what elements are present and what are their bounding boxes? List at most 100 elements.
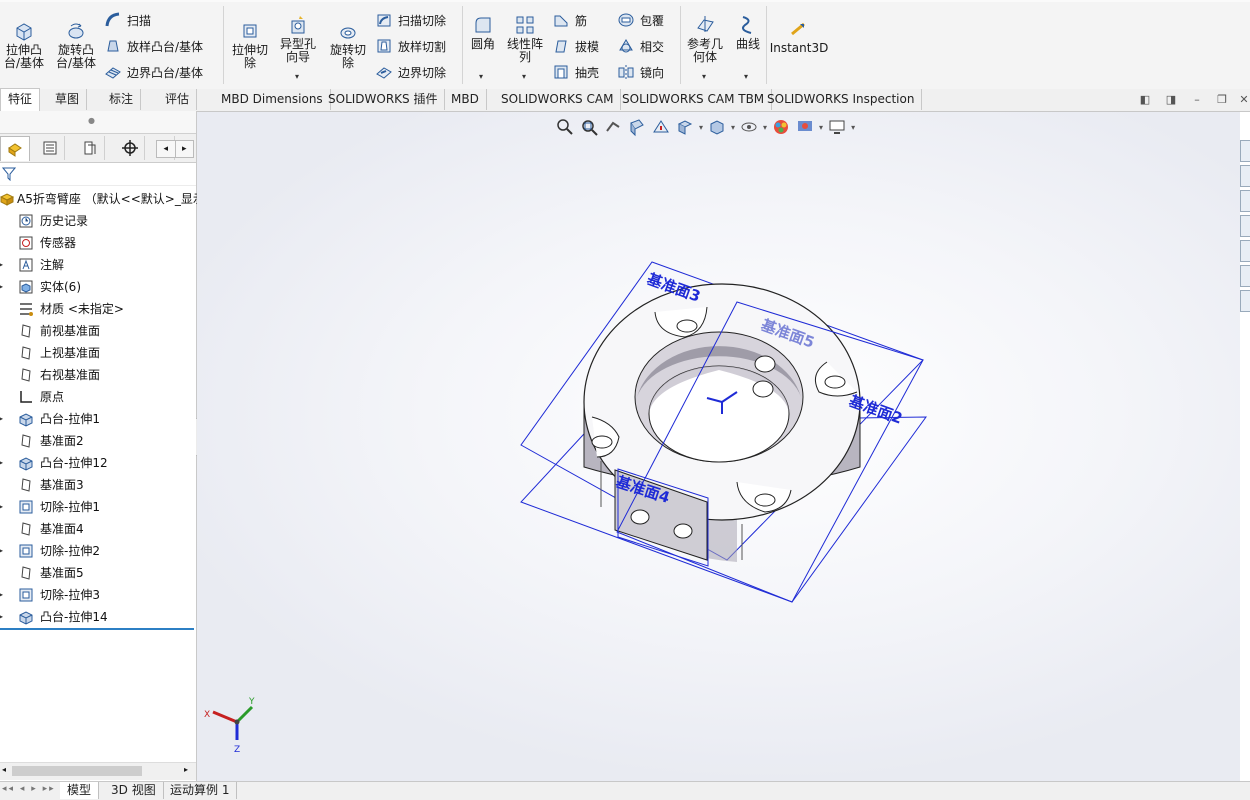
intersect-button[interactable]: 相交: [617, 37, 664, 55]
tab-solidworks-cam-tbm[interactable]: SOLIDWORKS CAM TBM: [615, 89, 773, 110]
tree-item[interactable]: 上视基准面: [0, 342, 196, 364]
tree-item[interactable]: ▸ 凸台-拉伸14: [0, 606, 196, 628]
zoom-to-fit-icon[interactable]: [555, 117, 575, 137]
expand-arrow-icon[interactable]: ▸: [0, 452, 3, 474]
tab-markup[interactable]: 标注: [102, 89, 142, 110]
tab-mbd[interactable]: MBD: [444, 89, 487, 110]
tree-item[interactable]: 材质 <未指定>: [0, 298, 196, 320]
apply-scene-dropdown-icon[interactable]: ▾: [819, 123, 823, 132]
view-orientation-icon[interactable]: [675, 117, 695, 137]
tab-mbd-dimensions[interactable]: MBD Dimensions: [214, 89, 331, 110]
wrap-button[interactable]: 包覆: [617, 11, 664, 29]
task-pane-design-library-icon[interactable]: [1240, 190, 1250, 212]
pattern-dropdown[interactable]: ▾: [522, 72, 526, 81]
restore-icon[interactable]: ❐: [1216, 94, 1228, 106]
revolve-boss-button[interactable]: 旋转凸 台/基体: [53, 20, 99, 70]
tab-solidworks-addins[interactable]: SOLIDWORKS 插件: [321, 89, 446, 110]
tab-navigation-arrows-icon[interactable]: ◂◂ ◂ ▸ ▸▸: [2, 784, 56, 794]
extrude-cut-button[interactable]: 拉伸切 除: [228, 20, 272, 70]
tree-filter[interactable]: [0, 163, 196, 186]
tree-horizontal-scrollbar[interactable]: ◂ ▸: [0, 762, 196, 780]
scroll-right-arrow-icon[interactable]: ▸: [184, 765, 188, 774]
tree-item[interactable]: ▸ 凸台-拉伸12: [0, 452, 196, 474]
expand-arrow-icon[interactable]: ▸: [0, 254, 3, 276]
graphics-area[interactable]: 基准面3 基准面5 基准面2 基准面4 Y X Z: [197, 112, 1240, 781]
scroll-right-icon[interactable]: ▸: [174, 141, 194, 157]
tab-model[interactable]: 模型: [60, 782, 100, 799]
reference-geometry-dropdown[interactable]: ▾: [702, 72, 706, 81]
tab-motion-study-1[interactable]: 运动算例 1: [163, 782, 238, 799]
expand-arrow-icon[interactable]: ▸: [0, 584, 3, 606]
previous-view-icon[interactable]: [603, 117, 623, 137]
dynamic-annotation-icon[interactable]: [651, 117, 671, 137]
tree-item[interactable]: 传感器: [0, 232, 196, 254]
minimize-icon[interactable]: –: [1191, 94, 1203, 106]
tree-item[interactable]: ▸ 切除-拉伸3: [0, 584, 196, 606]
curves-dropdown[interactable]: ▾: [744, 72, 748, 81]
tree-item[interactable]: 原点: [0, 386, 196, 408]
boundary-boss-button[interactable]: 边界凸台/基体: [104, 63, 203, 81]
tree-item[interactable]: ▸ 切除-拉伸2: [0, 540, 196, 562]
scroll-left-icon[interactable]: ◂: [157, 141, 175, 157]
task-pane-resources-icon[interactable]: [1240, 165, 1250, 187]
instant3d-button[interactable]: Instant3D: [770, 18, 828, 55]
task-pane-view-palette-icon[interactable]: [1240, 240, 1250, 262]
tab-solidworks-inspection[interactable]: SOLIDWORKS Inspection: [760, 89, 923, 110]
tree-item[interactable]: 右视基准面: [0, 364, 196, 386]
tree-item[interactable]: 基准面3: [0, 474, 196, 496]
hide-show-dropdown-icon[interactable]: ▾: [763, 123, 767, 132]
task-pane-home-icon[interactable]: [1240, 140, 1250, 162]
task-pane-file-explorer-icon[interactable]: [1240, 215, 1250, 237]
task-pane-custom-properties-icon[interactable]: [1240, 290, 1250, 312]
hide-show-items-icon[interactable]: [739, 117, 759, 137]
expand-arrow-icon[interactable]: ▸: [0, 276, 3, 298]
propertymanager-tab[interactable]: [36, 136, 65, 160]
display-style-dropdown-icon[interactable]: ▾: [731, 123, 735, 132]
tree-root-part[interactable]: A5折弯臂座 （默认<<默认>_显示: [0, 188, 205, 210]
close-icon[interactable]: ✕: [1238, 94, 1250, 106]
rib-button[interactable]: 筋: [552, 11, 587, 29]
loft-cut-button[interactable]: 放样切割: [375, 37, 446, 55]
tab-3d-views[interactable]: 3D 视图: [104, 782, 164, 799]
display-style-icon[interactable]: [707, 117, 727, 137]
model-canvas[interactable]: 基准面3 基准面5 基准面2 基准面4 Y X Z: [197, 112, 1240, 781]
fillet-button[interactable]: 圆角: [466, 14, 500, 51]
reference-geometry-button[interactable]: 参考几 何体: [684, 14, 726, 64]
expand-arrow-icon[interactable]: ▸: [0, 606, 3, 628]
expand-arrow-icon[interactable]: ▸: [0, 540, 3, 562]
view-settings-dropdown-icon[interactable]: ▾: [851, 123, 855, 132]
edit-appearance-icon[interactable]: [771, 117, 791, 137]
curves-button[interactable]: 曲线: [732, 14, 764, 51]
ring-part[interactable]: [583, 283, 861, 562]
view-settings-icon[interactable]: [827, 117, 847, 137]
tile-right-icon[interactable]: ◨: [1165, 94, 1177, 106]
tile-left-icon[interactable]: ◧: [1139, 94, 1151, 106]
revolve-cut-button[interactable]: 旋转切 除: [326, 20, 370, 70]
tree-item[interactable]: 基准面4: [0, 518, 196, 540]
tab-scroll-arrows[interactable]: ◂ ▸: [156, 140, 194, 158]
shell-button[interactable]: 抽壳: [552, 63, 599, 81]
task-pane-appearances-icon[interactable]: [1240, 265, 1250, 287]
boundary-cut-button[interactable]: 边界切除: [375, 63, 446, 81]
rollback-bar[interactable]: [0, 628, 194, 630]
apply-scene-icon[interactable]: [795, 117, 815, 137]
view-orientation-dropdown-icon[interactable]: ▾: [699, 123, 703, 132]
hole-wizard-button[interactable]: 异型孔 向导: [276, 14, 320, 64]
scroll-left-arrow-icon[interactable]: ◂: [2, 765, 6, 774]
tree-item[interactable]: 前视基准面: [0, 320, 196, 342]
linear-pattern-button[interactable]: 线性阵 列: [504, 14, 546, 64]
tree-item[interactable]: ▸ 注解: [0, 254, 196, 276]
fillet-dropdown[interactable]: ▾: [479, 72, 483, 81]
tree-item[interactable]: ▸ 实体(6): [0, 276, 196, 298]
configurationmanager-tab[interactable]: [76, 136, 105, 160]
tab-sketch[interactable]: 草图: [48, 89, 88, 110]
expand-arrow-icon[interactable]: ▸: [0, 408, 3, 430]
tree-item[interactable]: 历史记录: [0, 210, 196, 232]
loft-boss-button[interactable]: 放样凸台/基体: [104, 37, 203, 55]
tree-item[interactable]: ▸ 凸台-拉伸1: [0, 408, 196, 430]
tab-features[interactable]: 特征: [0, 88, 41, 112]
panel-collapse-handle[interactable]: ●: [0, 111, 196, 134]
sweep-cut-button[interactable]: 扫描切除: [375, 11, 446, 29]
hole-wizard-dropdown[interactable]: ▾: [295, 72, 299, 81]
tree-item[interactable]: ▸ 切除-拉伸1: [0, 496, 196, 518]
